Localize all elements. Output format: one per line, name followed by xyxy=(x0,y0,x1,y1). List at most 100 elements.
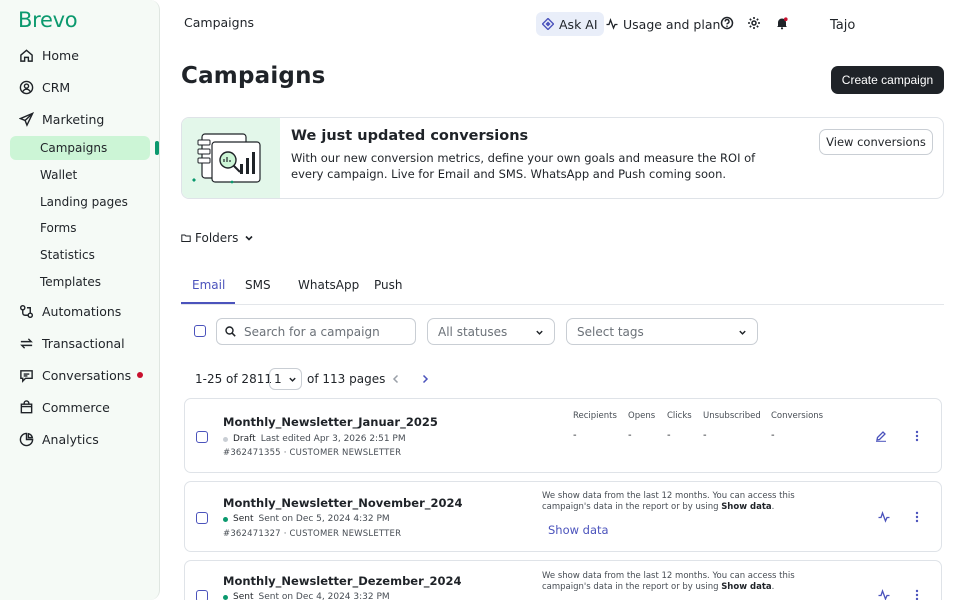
topbar-title: Campaigns xyxy=(184,15,255,30)
create-campaign-button[interactable]: Create campaign xyxy=(831,66,944,94)
data-retention-note: We show data from the last 12 months. Yo… xyxy=(542,571,795,592)
channel-tabs: Email SMS WhatsApp Push xyxy=(181,272,944,305)
data-retention-note: We show data from the last 12 months. Yo… xyxy=(542,491,795,512)
sidebar-item-conversations[interactable]: Conversations xyxy=(18,364,131,386)
sidebar-subitem-templates[interactable]: Templates xyxy=(40,271,101,293)
sidebar-item-label: Home xyxy=(42,47,79,63)
status-select-value: All statuses xyxy=(438,324,508,339)
conversions-banner: We just updated conversions With our new… xyxy=(181,117,944,199)
activity-icon[interactable] xyxy=(878,511,890,523)
row-checkbox[interactable] xyxy=(196,590,208,600)
stat-recipients: - xyxy=(573,430,577,441)
active-tab-underline xyxy=(181,302,235,304)
sidebar-subitem-wallet[interactable]: Wallet xyxy=(40,164,77,186)
status-label: Sent xyxy=(233,514,254,524)
user-menu[interactable]: Tajo xyxy=(830,18,855,33)
sidebar-item-marketing[interactable]: Marketing xyxy=(18,108,104,130)
sidebar-item-label: Transactional xyxy=(42,335,125,351)
campaign-tag: · CUSTOMER NEWSLETTER xyxy=(283,448,402,458)
automation-icon xyxy=(18,303,34,319)
activity-icon xyxy=(606,18,618,30)
ask-ai-button[interactable]: Ask AI xyxy=(536,12,604,36)
show-data-link[interactable]: Show data xyxy=(548,523,609,537)
tab-sms[interactable]: SMS xyxy=(245,278,271,292)
folder-icon xyxy=(181,234,191,242)
campaign-row[interactable]: Monthly_Newsletter_November_2024 Sent Se… xyxy=(184,481,942,552)
row-checkbox[interactable] xyxy=(196,431,208,443)
sidebar-item-analytics[interactable]: Analytics xyxy=(18,428,99,450)
usage-label: Usage and plan xyxy=(623,16,721,32)
sidebar-subitem-forms[interactable]: Forms xyxy=(40,217,76,239)
campaign-name[interactable]: Monthly_Newsletter_Januar_2025 xyxy=(223,415,438,429)
stat-clicks: - xyxy=(667,430,671,441)
status-dot xyxy=(223,436,228,442)
campaign-id: #362471327 xyxy=(223,529,281,539)
usage-and-plan-button[interactable]: Usage and plan xyxy=(606,12,720,36)
pagination-total: of 113 pages xyxy=(307,372,386,386)
sidebar-item-crm[interactable]: CRM xyxy=(18,76,70,98)
search-input[interactable]: Search for a campaign xyxy=(216,318,416,345)
sidebar-item-label: Commerce xyxy=(42,399,110,415)
sidebar-subitem-landing-pages[interactable]: Landing pages xyxy=(40,191,128,213)
stat-conversions: - xyxy=(771,430,775,441)
stat-header-recipients: Recipients xyxy=(573,411,617,421)
tab-push[interactable]: Push xyxy=(374,278,403,292)
sidebar-item-label: Marketing xyxy=(42,111,105,127)
view-conversions-button[interactable]: View conversions xyxy=(819,129,933,155)
more-options-icon[interactable] xyxy=(915,589,919,600)
stat-header-opens: Opens xyxy=(628,411,656,421)
select-all-checkbox[interactable] xyxy=(194,325,206,337)
status-dot xyxy=(223,594,228,600)
stat-opens: - xyxy=(628,430,632,441)
folders-dropdown[interactable]: Folders xyxy=(181,231,254,245)
brevo-logo[interactable]: Brevo xyxy=(18,8,78,32)
sidebar-subitem-campaigns[interactable]: Campaigns xyxy=(40,137,107,159)
sidebar: Brevo Home CRM Marketing Campaigns Walle… xyxy=(0,0,160,600)
bag-icon xyxy=(18,399,34,415)
pie-chart-icon xyxy=(18,431,34,447)
campaign-row[interactable]: Monthly_Newsletter_Januar_2025 Draft Las… xyxy=(184,398,942,473)
sidebar-item-commerce[interactable]: Commerce xyxy=(18,396,110,418)
edit-icon[interactable] xyxy=(875,430,887,442)
campaign-tag: · CUSTOMER NEWSLETTER xyxy=(283,529,402,539)
status-dot xyxy=(223,516,228,522)
page-title: Campaigns xyxy=(181,63,326,89)
campaign-id: #362471355 xyxy=(223,448,281,458)
sidebar-item-transactional[interactable]: Transactional xyxy=(18,332,125,354)
banner-title: We just updated conversions xyxy=(291,128,529,144)
row-checkbox[interactable] xyxy=(196,512,208,524)
analytics-illustration-icon xyxy=(192,133,261,184)
sidebar-subitem-statistics[interactable]: Statistics xyxy=(40,244,95,266)
more-options-icon[interactable] xyxy=(915,430,919,442)
stat-header-unsubscribed: Unsubscribed xyxy=(703,411,761,421)
note-bold: Show data xyxy=(721,502,772,512)
chevron-down-icon xyxy=(739,330,746,335)
sidebar-item-label: Conversations xyxy=(42,367,132,383)
help-icon[interactable] xyxy=(720,16,734,30)
tab-whatsapp[interactable]: WhatsApp xyxy=(298,278,359,292)
contacts-icon xyxy=(18,79,34,95)
chevron-left-icon[interactable] xyxy=(391,373,401,385)
campaign-row[interactable]: Monthly_Newsletter_Dezember_2024 Sent Se… xyxy=(184,560,942,600)
sidebar-item-home[interactable]: Home xyxy=(18,44,79,66)
status-detail: Sent on Dec 4, 2024 3:32 PM xyxy=(258,592,390,600)
activity-icon[interactable] xyxy=(878,589,890,600)
chevron-down-icon xyxy=(245,235,253,241)
tags-select[interactable]: Select tags xyxy=(566,318,758,345)
home-icon xyxy=(18,47,34,63)
status-detail: Last edited Apr 3, 2026 2:51 PM xyxy=(260,434,406,444)
campaign-name[interactable]: Monthly_Newsletter_Dezember_2024 xyxy=(223,574,462,588)
sidebar-item-label: Analytics xyxy=(42,431,99,447)
page-select[interactable]: 1 xyxy=(269,368,302,390)
status-select[interactable]: All statuses xyxy=(427,318,555,345)
stat-header-conversions: Conversions xyxy=(771,411,824,421)
sidebar-item-automations[interactable]: Automations xyxy=(18,300,121,322)
gear-icon[interactable] xyxy=(747,16,761,30)
campaign-name[interactable]: Monthly_Newsletter_November_2024 xyxy=(223,496,463,510)
more-options-icon[interactable] xyxy=(915,511,919,523)
tags-select-value: Select tags xyxy=(577,324,644,339)
chevron-right-icon[interactable] xyxy=(420,373,430,385)
send-icon xyxy=(18,111,34,127)
bell-icon[interactable] xyxy=(775,16,789,30)
tab-email[interactable]: Email xyxy=(192,278,225,292)
